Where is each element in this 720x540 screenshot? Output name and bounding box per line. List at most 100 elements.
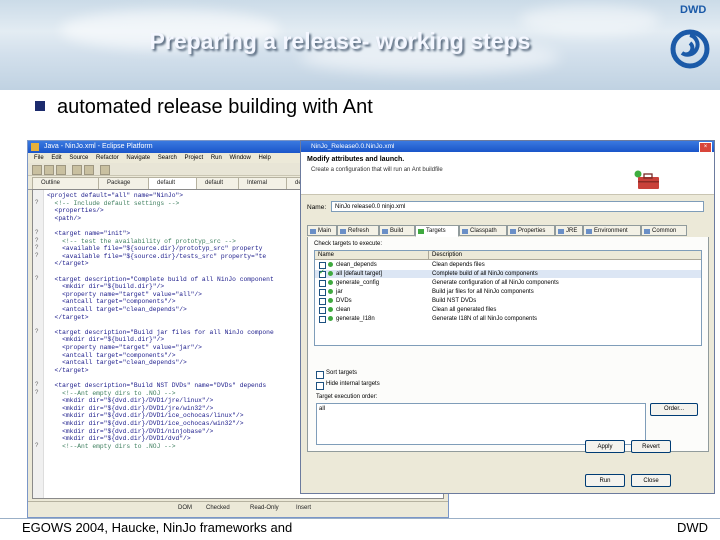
footer-divider: [0, 518, 720, 519]
menu-file[interactable]: File: [34, 153, 44, 163]
order-button[interactable]: Order...: [650, 403, 698, 416]
search-icon[interactable]: [100, 165, 110, 175]
gutter-marker-icon: ?: [35, 382, 39, 388]
code-line: <mkdir dir="${dvd.dir}/DVD1/ice_ochocas/…: [47, 420, 244, 427]
revert-button[interactable]: Revert: [631, 440, 671, 453]
gutter-marker-icon: ?: [35, 389, 39, 396]
table-row[interactable]: generate_config Generate configuration of…: [315, 279, 701, 287]
status-dom: DOM: [178, 505, 192, 511]
target-name: clean_depends: [336, 262, 377, 268]
gutter-marker-icon: ?: [35, 199, 39, 206]
hide-internal-checkbox[interactable]: [316, 382, 324, 390]
target-checkbox[interactable]: [319, 269, 326, 278]
target-description: Build NST DVDs: [432, 298, 477, 304]
target-name: generate_I18n: [336, 316, 375, 322]
tab-common[interactable]: Common: [641, 225, 687, 236]
tab-environment[interactable]: Environment: [583, 225, 641, 236]
code-line: <!-- test the availability of prototyp_s…: [47, 237, 236, 245]
table-row[interactable]: generate_I18n Generate I18N of all NinJo …: [315, 315, 701, 323]
ant-launch-dialog: NinJo_Release0.0.NinJo.xml × Modify attr…: [300, 140, 715, 494]
close-button[interactable]: Close: [631, 474, 671, 487]
column-header-name[interactable]: Name: [315, 251, 429, 260]
menu-navigate[interactable]: Navigate: [126, 153, 150, 163]
menu-run[interactable]: Run: [211, 153, 222, 163]
target-checkbox[interactable]: [319, 316, 326, 323]
bullet-text: automated release building with Ant: [57, 96, 373, 118]
run-icon[interactable]: [84, 165, 94, 175]
menu-window[interactable]: Window: [230, 153, 251, 163]
run-button[interactable]: Run: [585, 474, 625, 487]
targets-panel: Check targets to execute: Name Descripti…: [307, 237, 709, 452]
table-row[interactable]: clean_depends Clean depends files: [315, 261, 701, 269]
debug-icon[interactable]: [72, 165, 82, 175]
print-icon[interactable]: [56, 165, 66, 175]
menu-search[interactable]: Search: [158, 153, 177, 163]
new-icon[interactable]: [32, 165, 42, 175]
code-line: <mkdir dir="${dvd.dir}/DVD1/dvd"/>: [47, 435, 191, 443]
status-readonly: Read-Only: [250, 505, 279, 511]
target-checkbox[interactable]: [319, 298, 326, 305]
footer-text: EGOWS 2004, Haucke, NinJo frameworks and: [22, 520, 293, 535]
code-line: <available file="${source.dir}/prototyp_…: [47, 245, 263, 253]
ant-target-icon: [328, 298, 333, 303]
gutter-marker-icon: ?: [35, 252, 39, 259]
apply-button[interactable]: Apply: [585, 440, 625, 453]
gutter-marker-icon: ?: [35, 442, 39, 449]
code-line: <target description="Build NST DVDs" nam…: [47, 382, 267, 389]
ant-target-icon: [328, 280, 333, 285]
jre-icon: [558, 229, 564, 234]
target-checkbox[interactable]: [319, 280, 326, 287]
target-description: Clean depends files: [432, 262, 485, 268]
build-icon: [382, 229, 388, 234]
table-row[interactable]: clean Clean all generated files: [315, 306, 701, 314]
code-line: <antcall target="clean_depends"/>: [47, 359, 187, 367]
column-header-description[interactable]: Description: [429, 251, 701, 260]
menu-edit[interactable]: Edit: [51, 153, 61, 163]
dialog-banner: Modify attributes and launch. Create a c…: [301, 152, 714, 195]
tab-targets[interactable]: Targets: [415, 225, 459, 237]
target-checkbox[interactable]: [319, 289, 326, 296]
menu-source[interactable]: Source: [69, 153, 88, 163]
ant-target-icon: [328, 316, 333, 321]
environment-icon: [586, 229, 592, 234]
tab-properties[interactable]: Properties: [507, 225, 555, 236]
gutter-marker-icon: ?: [35, 328, 39, 335]
target-checkbox[interactable]: [319, 307, 326, 314]
targets-icon: [418, 229, 424, 234]
execution-order-box[interactable]: all: [316, 403, 646, 445]
tab-default[interactable]: default: [148, 177, 202, 189]
tab-refresh[interactable]: Refresh: [337, 225, 379, 236]
tab-build[interactable]: Build: [379, 225, 415, 236]
eclipse-app-icon: [31, 143, 39, 151]
code-line: <!--Ant empty dirs to .NOJ -->: [47, 442, 176, 450]
code-line: <!--Ant empty dirs to .NOJ -->: [47, 389, 176, 397]
tab-main[interactable]: Main: [307, 225, 337, 236]
eclipse-title: Java - NinJo.xml - Eclipse Platform: [44, 143, 153, 150]
table-row[interactable]: all [default target] Complete build of al…: [315, 269, 701, 278]
code-line: <mkdir dir="${dvd.dir}/DVD1/ice_ochocas/…: [47, 412, 244, 420]
menu-help[interactable]: Help: [259, 153, 271, 163]
table-row[interactable]: jar Build jar files for all NinJo compone…: [315, 288, 701, 296]
target-name: generate_config: [336, 280, 380, 286]
sort-targets-checkbox[interactable]: [316, 371, 324, 379]
tab-classpath[interactable]: Classpath: [459, 225, 507, 236]
gutter-marker-icon: ?: [35, 275, 39, 282]
dialog-title: NinJo_Release0.0.NinJo.xml: [311, 143, 395, 150]
name-input[interactable]: NinJo release0.0 ninjo.xml: [331, 201, 704, 212]
code-line: <mkdir dir="${build.dir}"/>: [47, 336, 165, 344]
status-checked: Checked: [206, 505, 230, 511]
code-line: </target>: [47, 366, 89, 374]
save-icon[interactable]: [44, 165, 54, 175]
target-name: DVDs: [336, 298, 352, 304]
code-line: <property name="target" value="jar"/>: [47, 344, 202, 351]
name-label: Name:: [307, 204, 327, 211]
targets-table: Name Description clean_depends Clean depe…: [314, 250, 702, 346]
menu-refactor[interactable]: Refactor: [96, 153, 119, 163]
tab-jre[interactable]: JRE: [555, 225, 583, 236]
menu-project[interactable]: Project: [184, 153, 203, 163]
target-checkbox[interactable]: [319, 262, 326, 269]
target-description: Generate configuration of all NinJo comp…: [432, 280, 559, 286]
table-row[interactable]: DVDs Build NST DVDs: [315, 297, 701, 305]
ant-target-icon: [328, 262, 333, 267]
code-line: <antcall target="components"/>: [47, 298, 176, 306]
